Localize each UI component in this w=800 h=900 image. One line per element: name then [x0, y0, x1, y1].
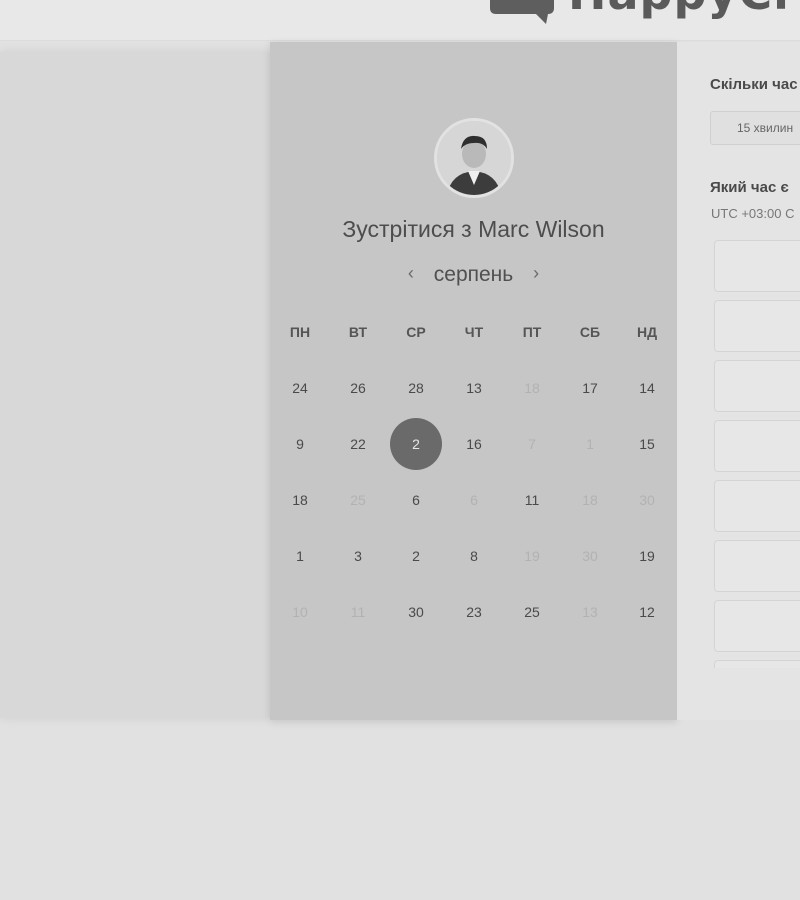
calendar-day[interactable]: 18: [274, 474, 326, 526]
calendar-day[interactable]: 9: [274, 418, 326, 470]
time-slot-button[interactable]: [714, 300, 800, 352]
chevron-left-icon[interactable]: ‹: [408, 263, 414, 284]
calendar-day[interactable]: 2: [390, 530, 442, 582]
calendar-day: 30: [582, 548, 598, 564]
weekday-header: ПН ВТ СР ЧТ ПТ СБ НД: [270, 324, 677, 346]
calendar-day: 19: [524, 548, 540, 564]
calendar-day[interactable]: 23: [448, 586, 500, 638]
month-navigation: ‹ серпень ›: [270, 263, 677, 287]
calendar-day: 25: [350, 492, 366, 508]
calendar-day[interactable]: 19: [621, 530, 673, 582]
weekday-label: СР: [406, 324, 426, 340]
calendar-day[interactable]: 8: [448, 530, 500, 582]
calendar-day: 18: [524, 380, 540, 396]
weekday-label: ЧТ: [464, 324, 484, 340]
calendar-day: 7: [528, 436, 536, 452]
calendar-day[interactable]: 15: [621, 418, 673, 470]
calendar-day[interactable]: 12: [621, 586, 673, 638]
time-slot-button[interactable]: [714, 540, 800, 592]
calendar-day[interactable]: 13: [448, 362, 500, 414]
calendar-day[interactable]: 1: [274, 530, 326, 582]
weekday-label: СБ: [579, 324, 601, 340]
calendar-day[interactable]: 26: [332, 362, 384, 414]
calendar-day[interactable]: 30: [390, 586, 442, 638]
duration-selector[interactable]: 15 хвилин: [710, 111, 800, 145]
time-slot-button[interactable]: [714, 480, 800, 532]
calendar-day: 13: [582, 604, 598, 620]
duration-question: Скільки час: [710, 76, 798, 93]
host-avatar: [434, 118, 514, 198]
calendar-day[interactable]: 14: [621, 362, 673, 414]
chevron-right-icon[interactable]: ›: [533, 263, 539, 284]
calendar-card: Зустрітися з Marc Wilson ‹ серпень › ПН В…: [270, 42, 677, 720]
top-bar: HappyCl: [0, 0, 800, 41]
calendar-day: 11: [350, 604, 366, 620]
calendar-day[interactable]: 16: [448, 418, 500, 470]
month-label: серпень: [433, 263, 514, 286]
calendar-day[interactable]: 3: [332, 530, 384, 582]
time-slot-button[interactable]: [714, 600, 800, 652]
time-slot-list: [714, 240, 800, 668]
timezone-label[interactable]: UTC +03:00 С: [711, 206, 794, 221]
weekday-label: ВТ: [348, 324, 368, 340]
calendar-day: 30: [639, 492, 655, 508]
weekday-label: НД: [636, 324, 658, 340]
weekday-label: ПТ: [522, 324, 542, 340]
weekday-label: ПН: [289, 324, 311, 340]
person-avatar-icon: [437, 121, 511, 195]
left-background-panel: [0, 52, 270, 718]
calendar-day: 1: [586, 436, 594, 452]
time-slot-button[interactable]: [714, 240, 800, 292]
calendar-day[interactable]: 11: [506, 474, 558, 526]
time-question: Який час є: [710, 179, 789, 196]
calendar-day[interactable]: 28: [390, 362, 442, 414]
meeting-title: Зустрітися з Marc Wilson: [342, 216, 605, 242]
calendar-day[interactable]: 17: [564, 362, 616, 414]
calendar-day[interactable]: 24: [274, 362, 326, 414]
time-slot-button[interactable]: [714, 420, 800, 472]
calendar-day[interactable]: 22: [332, 418, 384, 470]
time-slot-button[interactable]: [714, 360, 800, 412]
time-slot-button[interactable]: [714, 660, 800, 668]
speech-bubble-logo-icon: [490, 0, 554, 24]
calendar-day: 6: [470, 492, 478, 508]
calendar-day[interactable]: 6: [390, 474, 442, 526]
booking-panel: Скільки час 15 хвилин Який час є UTC +03…: [677, 42, 800, 720]
logo-text: HappyCl: [568, 0, 790, 20]
calendar-day: 10: [292, 604, 308, 620]
calendar-day[interactable]: 25: [506, 586, 558, 638]
calendar-day-selected[interactable]: 2: [390, 418, 442, 470]
calendar-day: 18: [582, 492, 598, 508]
